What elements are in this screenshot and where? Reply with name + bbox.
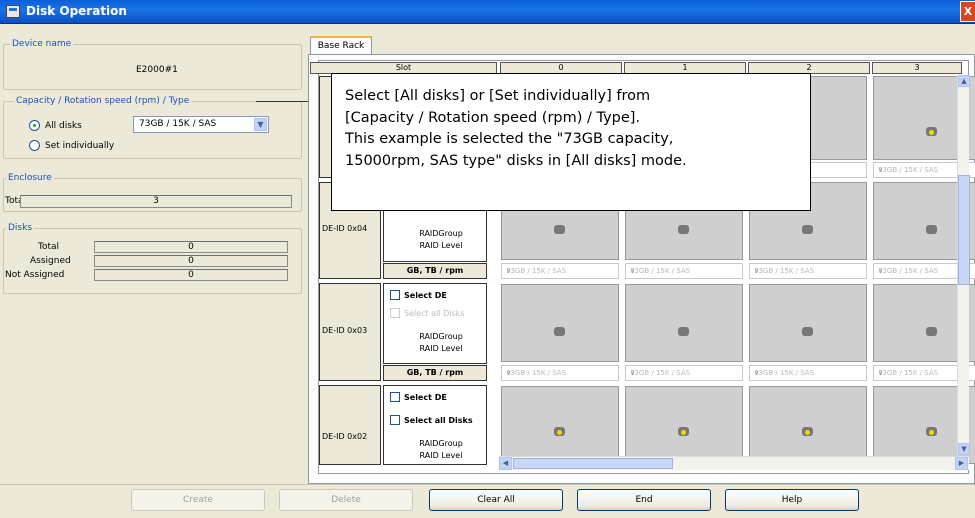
gb-tb-rpm-label: GB, TB / rpm (383, 263, 487, 279)
disk-icon (926, 327, 937, 336)
raid-level-label: RAID Level (419, 451, 463, 460)
de-id-label: DE-ID 0x04 (322, 224, 368, 233)
scroll-left-icon[interactable]: ◀ (499, 457, 512, 470)
de-cell: DE-ID 0x03 (319, 283, 381, 381)
chevron-down-icon: ∨ (754, 369, 760, 377)
disk-type-dropdown[interactable]: 73GB / 15K / SAS ∨ (501, 365, 619, 381)
callout-line-3: This example is selected the "73GB capac… (345, 131, 674, 147)
disk-slot[interactable] (501, 284, 619, 362)
chevron-down-icon: ∨ (754, 267, 760, 275)
disks-total-field: 0 (94, 241, 288, 253)
callout-line-1: Select [All disks] or [Set individually]… (345, 88, 651, 104)
disk-type-dropdown[interactable]: 73GB / 15K / SAS ∨ (625, 365, 743, 381)
chevron-down-icon: ∨ (630, 369, 636, 377)
disks-group-label: Disks (6, 223, 35, 233)
gb-tb-rpm-label: GB, TB / rpm (383, 365, 487, 381)
select-all-disks-checkbox[interactable] (390, 308, 400, 318)
vertical-scroll-thumb[interactable] (958, 175, 970, 285)
all-disks-label: All disks (45, 121, 82, 131)
disk-type-dropdown[interactable]: 73GB / 15K / SAS ∨ (749, 263, 867, 279)
capacity-combo[interactable]: 73GB / 15K / SAS ▼ (133, 116, 269, 133)
end-button[interactable]: End (577, 489, 711, 511)
tab-base-rack[interactable]: Base Rack (310, 36, 372, 55)
device-name-value: E2000#1 (136, 65, 178, 75)
raid-group-label: RAIDGroup (419, 439, 463, 448)
disk-type-dropdown[interactable]: 73GB / 15K / SAS ∨ (501, 263, 619, 279)
disk-icon (554, 327, 565, 336)
select-de-checkbox[interactable] (390, 290, 400, 300)
disk-icon (678, 427, 689, 436)
enclosure-total-field: 3 (20, 195, 292, 208)
disk-icon (802, 225, 813, 234)
disk-slot[interactable] (625, 284, 743, 362)
disk-slot[interactable] (749, 284, 867, 362)
raid-level-label: RAID Level (419, 344, 463, 353)
delete-button[interactable]: Delete (279, 489, 413, 511)
disk-icon (678, 327, 689, 336)
capacity-combo-value: 73GB / 15K / SAS (139, 119, 217, 129)
select-all-disks-label: Select all Disks (404, 309, 465, 318)
select-all-disks-label: Select all Disks (404, 416, 473, 425)
disk-icon (926, 427, 937, 436)
raid-group-label: RAIDGroup (419, 229, 463, 238)
disk-type-dropdown[interactable]: 73GB / 15K / SAS ∨ (749, 365, 867, 381)
horizontal-scroll-thumb[interactable] (513, 458, 673, 469)
disk-slot[interactable] (749, 386, 867, 464)
window-title: Disk Operation (26, 4, 127, 18)
set-individually-label: Set individually (45, 141, 115, 151)
chevron-down-icon[interactable]: ▼ (254, 118, 267, 131)
clear-all-button[interactable]: Clear All (429, 489, 563, 511)
chevron-down-icon: ∨ (506, 267, 512, 275)
control-cell: Select DE Select all Disks RAIDGroup RAI… (383, 283, 487, 364)
de-id-label: DE-ID 0x02 (322, 432, 368, 441)
de-cell: DE-ID 0x02 (319, 385, 381, 465)
scroll-down-icon[interactable]: ▼ (958, 443, 970, 455)
select-de-label: Select DE (404, 393, 447, 402)
scroll-right-icon[interactable]: ▶ (955, 457, 968, 470)
disk-icon (802, 327, 813, 336)
disk-type-dropdown[interactable]: 73GB / 15K / SAS ∨ (625, 263, 743, 279)
disk-slot[interactable] (501, 386, 619, 464)
disks-total-label: Total (38, 242, 60, 252)
disk-icon (802, 427, 813, 436)
control-cell: Select DE Select all Disks RAIDGroup RAI… (383, 385, 487, 465)
disk-slot[interactable] (625, 386, 743, 464)
disk-icon (926, 225, 937, 234)
callout-box: Select [All disks] or [Set individually]… (331, 73, 811, 211)
horizontal-scrollbar[interactable]: ◀ ▶ (499, 456, 969, 470)
raid-group-label: RAIDGroup (419, 332, 463, 341)
create-button[interactable]: Create (131, 489, 265, 511)
select-de-label: Select DE (404, 291, 447, 300)
scroll-up-icon[interactable]: ▲ (958, 75, 970, 87)
disk-icon (926, 127, 937, 136)
title-bar: Disk Operation X (0, 0, 975, 24)
callout-line-2: [Capacity / Rotation speed (rpm) / Type]… (345, 110, 641, 126)
enclosure-group-label: Enclosure (6, 173, 54, 183)
device-name-group: Device name E2000#1 (3, 39, 302, 90)
disk-icon (678, 225, 689, 234)
column-header-3: 3 (872, 62, 962, 74)
not-assigned-label: Not Assigned (5, 270, 65, 280)
disk-icon (554, 427, 565, 436)
app-icon (6, 5, 20, 18)
chevron-down-icon: ∨ (506, 369, 512, 377)
raid-level-label: RAID Level (419, 241, 463, 250)
de-id-label: DE-ID 0x03 (322, 326, 368, 335)
assigned-label: Assigned (30, 256, 71, 266)
vertical-scrollbar[interactable]: ▲ ▼ (957, 75, 970, 455)
help-button[interactable]: Help (725, 489, 859, 511)
capacity-group-label: Capacity / Rotation speed (rpm) / Type (14, 96, 192, 106)
set-individually-radio[interactable] (29, 140, 40, 151)
callout-line-4: 15000rpm, SAS type" disks in [All disks]… (345, 153, 687, 169)
assigned-field: 0 (94, 255, 288, 267)
select-de-checkbox[interactable] (390, 392, 400, 402)
all-disks-radio[interactable] (29, 120, 40, 131)
disk-icon (554, 225, 565, 234)
device-name-group-label: Device name (10, 39, 74, 49)
chevron-down-icon: ∨ (630, 267, 636, 275)
close-button[interactable]: X (960, 1, 975, 22)
not-assigned-field: 0 (94, 269, 288, 281)
select-all-disks-checkbox[interactable] (390, 415, 400, 425)
